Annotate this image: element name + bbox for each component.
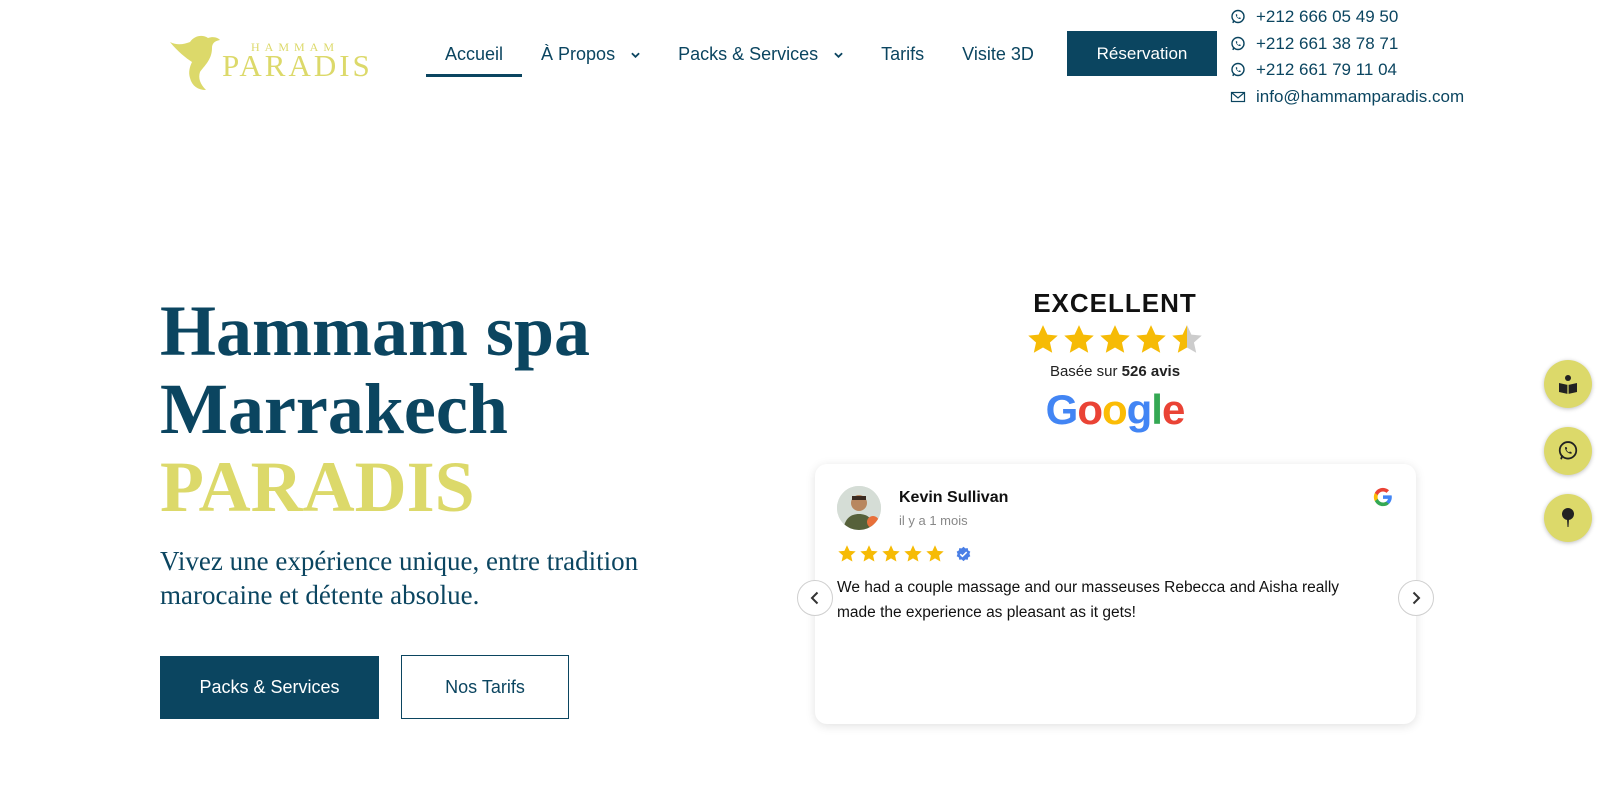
chevron-down-icon <box>631 52 640 58</box>
floating-location-button[interactable] <box>1544 494 1592 542</box>
star-icon <box>1100 325 1130 353</box>
contact-phone-2[interactable]: +212 661 38 78 71 <box>1230 31 1464 58</box>
star-icon <box>1028 325 1058 353</box>
nav-label: Visite 3D <box>962 44 1034 64</box>
verified-badge-icon <box>956 546 971 561</box>
rating-count: 526 avis <box>1121 363 1181 380</box>
main-nav: Accueil À Propos Packs & Services Tarifs… <box>426 40 1053 80</box>
star-icon <box>1136 325 1166 353</box>
hero-subtitle: Vivez une expérience unique, entre tradi… <box>160 546 639 610</box>
nav-label: Accueil <box>445 44 504 64</box>
whatsapp-icon <box>1558 441 1578 460</box>
contact-phone-3[interactable]: +212 661 79 11 04 <box>1230 57 1464 84</box>
logo[interactable]: HAMMAM PARADIS <box>168 30 370 92</box>
floating-whatsapp-button[interactable] <box>1544 427 1592 475</box>
star-icon <box>926 545 944 562</box>
logo-big-text: PARADIS <box>222 48 373 83</box>
packs-services-button[interactable]: Packs & Services <box>160 656 379 719</box>
avatar <box>837 486 881 530</box>
google-logo: Google <box>1045 386 1186 433</box>
review-time: il y a 1 mois <box>899 513 968 528</box>
carousel-next-button[interactable] <box>1398 580 1434 616</box>
review-stars <box>837 544 972 564</box>
whatsapp-icon <box>1230 62 1246 78</box>
hero-title: Hammam spa Marrakech PARADIS <box>160 292 590 526</box>
review-text: We had a couple massage and our masseuse… <box>837 579 1340 621</box>
google-icon <box>1373 487 1392 507</box>
contact-email[interactable]: info@hammamparadis.com <box>1230 84 1464 111</box>
rating-summary: EXCELLENT Basée sur 526 avis Google <box>965 288 1265 434</box>
contact-text: +212 661 79 11 04 <box>1256 60 1398 80</box>
map-pin-icon <box>1562 508 1574 527</box>
hero-title-line1: Hammam spa <box>160 291 590 371</box>
hero-title-accent: PARADIS <box>160 447 475 527</box>
contact-text: +212 661 38 78 71 <box>1256 33 1399 53</box>
half-star-icon <box>1172 325 1202 353</box>
nav-item-tarifs[interactable]: Tarifs <box>862 40 943 77</box>
star-icon <box>860 545 878 562</box>
star-icon <box>904 545 922 562</box>
reservation-button[interactable]: Réservation <box>1067 31 1217 76</box>
nav-label: Packs & Services <box>678 44 819 64</box>
chevron-right-icon <box>1412 591 1421 605</box>
reviewer-name: Kevin Sullivan <box>899 489 1009 506</box>
chevron-left-icon <box>810 591 819 605</box>
nav-label: Tarifs <box>881 44 925 64</box>
bird-logo-icon <box>170 35 220 90</box>
rating-based-on: Basée sur 526 avis <box>965 363 1265 380</box>
reader-icon <box>1559 375 1577 394</box>
nav-item-a-propos[interactable]: À Propos <box>522 40 659 77</box>
contact-phone-1[interactable]: +212 666 05 49 50 <box>1230 4 1464 31</box>
nav-item-visite-3d[interactable]: Visite 3D <box>943 40 1053 77</box>
contact-text: info@hammamparadis.com <box>1256 86 1465 106</box>
whatsapp-icon <box>1230 36 1246 52</box>
floating-book-button[interactable] <box>1544 360 1592 408</box>
star-icon <box>838 545 856 562</box>
carousel-prev-button[interactable] <box>797 580 833 616</box>
star-icon <box>882 545 900 562</box>
review-card: Kevin Sullivan il y a 1 mois We had a co… <box>815 464 1416 724</box>
nav-item-accueil[interactable]: Accueil <box>426 40 523 77</box>
contact-list: +212 666 05 49 50 +212 661 38 78 71 +212… <box>1230 4 1464 110</box>
rating-title: EXCELLENT <box>1033 288 1197 318</box>
chevron-down-icon <box>834 52 843 58</box>
nav-label: À Propos <box>541 44 616 64</box>
contact-text: +212 666 05 49 50 <box>1256 7 1399 27</box>
hero-title-line2: Marrakech <box>160 369 508 449</box>
star-icon <box>1064 325 1094 353</box>
rating-stars <box>965 323 1265 357</box>
nav-item-packs-services[interactable]: Packs & Services <box>659 40 862 77</box>
mail-icon <box>1230 89 1246 105</box>
whatsapp-icon <box>1230 9 1246 25</box>
rating-based-prefix: Basée sur <box>1049 363 1122 380</box>
nos-tarifs-button[interactable]: Nos Tarifs <box>401 655 569 719</box>
